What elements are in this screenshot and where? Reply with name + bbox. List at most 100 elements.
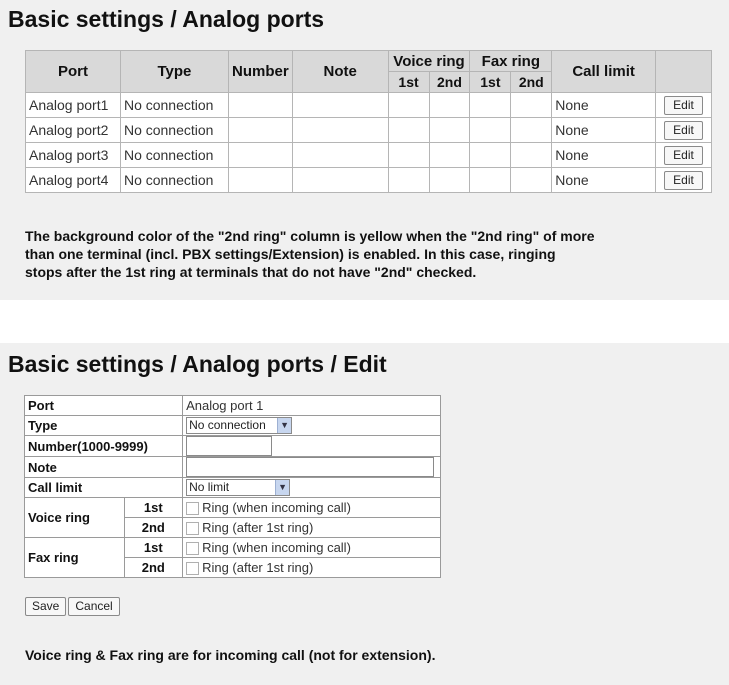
port-label: Port	[23, 395, 184, 416]
fax-ring-label: Fax ring	[24, 537, 125, 578]
voice-1st-cell	[387, 167, 430, 193]
save-button[interactable]: Save	[25, 597, 67, 616]
port-cell: Analog port2	[25, 117, 121, 143]
port-cell: Analog port4	[25, 167, 121, 193]
col-header-type: Type	[119, 50, 229, 93]
voice-2nd-label: 2nd	[123, 517, 184, 538]
voice-2nd-cell	[428, 142, 471, 168]
call-limit-label: Call limit	[23, 477, 184, 498]
note-cell	[291, 167, 389, 193]
form-row-voice-1st: Voice ring 1st Ring (when incoming call)	[24, 497, 441, 538]
fax-1st-label: 1st	[123, 537, 184, 558]
fax-ring-1st-checkbox[interactable]	[186, 542, 200, 556]
fax-1st-cell	[469, 92, 512, 118]
call-limit-cell: None	[551, 117, 656, 143]
col-header-call-limit: Call limit	[551, 50, 656, 93]
fax-2nd-cell	[510, 142, 553, 168]
voice-ring-label: Voice ring	[24, 497, 125, 538]
port-value: Analog port 1	[182, 395, 441, 416]
type-cell: No connection	[119, 92, 229, 118]
voice-1st-cell	[387, 117, 430, 143]
type-label: Type	[23, 415, 184, 436]
voice-2nd-cell	[428, 117, 471, 143]
call-limit-select-value: No limit	[189, 480, 230, 495]
fax-2nd-cell	[510, 92, 553, 118]
form-row-call-limit: Call limit No limit ▼	[23, 477, 441, 498]
form-row-fax-1st: Fax ring 1st Ring (when incoming call)	[24, 537, 441, 578]
voice-ring-2nd-checkbox[interactable]	[186, 522, 200, 536]
action-cell: Edit	[654, 142, 713, 168]
voice-ring-1st-checkbox[interactable]	[186, 502, 200, 516]
form-row-port: Port Analog port 1	[23, 395, 441, 416]
number-cell	[227, 117, 293, 143]
voice-1st-cell	[387, 142, 430, 168]
action-cell: Edit	[654, 117, 713, 143]
col-header-fax-1st: 1st	[469, 71, 512, 93]
action-cell: Edit	[654, 92, 713, 118]
col-header-fax-ring: Fax ring	[469, 50, 553, 72]
fax-ring-2nd-checkbox[interactable]	[186, 562, 200, 576]
form-row-note: Note	[23, 456, 441, 478]
col-header-voice-1st: 1st	[387, 71, 430, 93]
fax-1st-cell	[469, 167, 512, 193]
col-header-voice-ring: Voice ring	[387, 50, 471, 72]
call-limit-cell: None	[551, 142, 656, 168]
table-row: Analog port4 No connection None Edit	[25, 167, 713, 193]
voice-1st-cell	[387, 92, 430, 118]
note-cell	[291, 142, 389, 168]
edit-button[interactable]: Edit	[664, 120, 703, 140]
fax-ring-2nd-text: Ring (after 1st ring)	[202, 559, 314, 575]
edit-button[interactable]: Edit	[664, 145, 703, 165]
analog-ports-panel: Basic settings / Analog ports Port Type …	[0, 0, 729, 300]
fax-1st-cell	[469, 117, 512, 143]
cancel-button[interactable]: Cancel	[68, 597, 120, 616]
type-cell: No connection	[119, 167, 229, 193]
chevron-down-icon: ▼	[275, 480, 290, 496]
note-line: than one terminal (incl. PBX settings/Ex…	[25, 246, 556, 262]
number-cell	[227, 142, 293, 168]
fax-2nd-label: 2nd	[123, 557, 184, 578]
call-limit-cell: None	[551, 92, 656, 118]
voice-ring-1st-text: Ring (when incoming call)	[202, 499, 351, 515]
table-row: Analog port1 No connection None Edit	[25, 92, 713, 118]
note-cell	[291, 117, 389, 143]
edit-button[interactable]: Edit	[664, 170, 703, 190]
voice-2nd-cell	[428, 92, 471, 118]
type-select-value: No connection	[189, 418, 266, 433]
voice-1st-label: 1st	[123, 497, 184, 518]
number-cell	[227, 167, 293, 193]
table-row: Analog port3 No connection None Edit	[25, 142, 713, 168]
yellow-ring-note: The background color of the "2nd ring" c…	[25, 227, 645, 281]
form-row-number: Number(1000-9999)	[23, 435, 441, 457]
number-label: Number(1000-9999)	[23, 435, 184, 457]
call-limit-cell: None	[551, 167, 656, 193]
analog-port-edit-panel: Basic settings / Analog ports / Edit Por…	[0, 343, 729, 685]
port-cell: Analog port1	[25, 92, 121, 118]
note-line: stops after the 1st ring at terminals th…	[25, 264, 477, 280]
type-cell: No connection	[119, 142, 229, 168]
analog-ports-table: Port Type Number Note Voice ring Fax rin…	[25, 50, 713, 193]
page-title: Basic settings / Analog ports	[8, 6, 325, 32]
table-row: Analog port2 No connection None Edit	[25, 117, 713, 143]
col-header-port: Port	[25, 50, 121, 93]
call-limit-select[interactable]: No limit ▼	[186, 479, 291, 497]
voice-2nd-cell	[428, 167, 471, 193]
type-select[interactable]: No connection ▼	[186, 417, 293, 435]
port-cell: Analog port3	[25, 142, 121, 168]
note-label: Note	[23, 456, 184, 478]
edit-button[interactable]: Edit	[664, 95, 703, 115]
fax-2nd-cell	[510, 167, 553, 193]
number-cell	[227, 92, 293, 118]
note-input[interactable]	[186, 457, 435, 477]
page-title: Basic settings / Analog ports / Edit	[8, 351, 387, 377]
fax-1st-cell	[469, 142, 512, 168]
note-cell	[291, 92, 389, 118]
note-line: The background color of the "2nd ring" c…	[25, 228, 595, 244]
col-header-action	[654, 50, 713, 93]
footer-note: Voice ring & Fax ring are for incoming c…	[25, 647, 436, 663]
fax-2nd-cell	[510, 117, 553, 143]
type-cell: No connection	[119, 117, 229, 143]
col-header-note: Note	[291, 50, 389, 93]
number-input[interactable]	[186, 436, 273, 456]
form-row-type: Type No connection ▼	[23, 415, 441, 436]
